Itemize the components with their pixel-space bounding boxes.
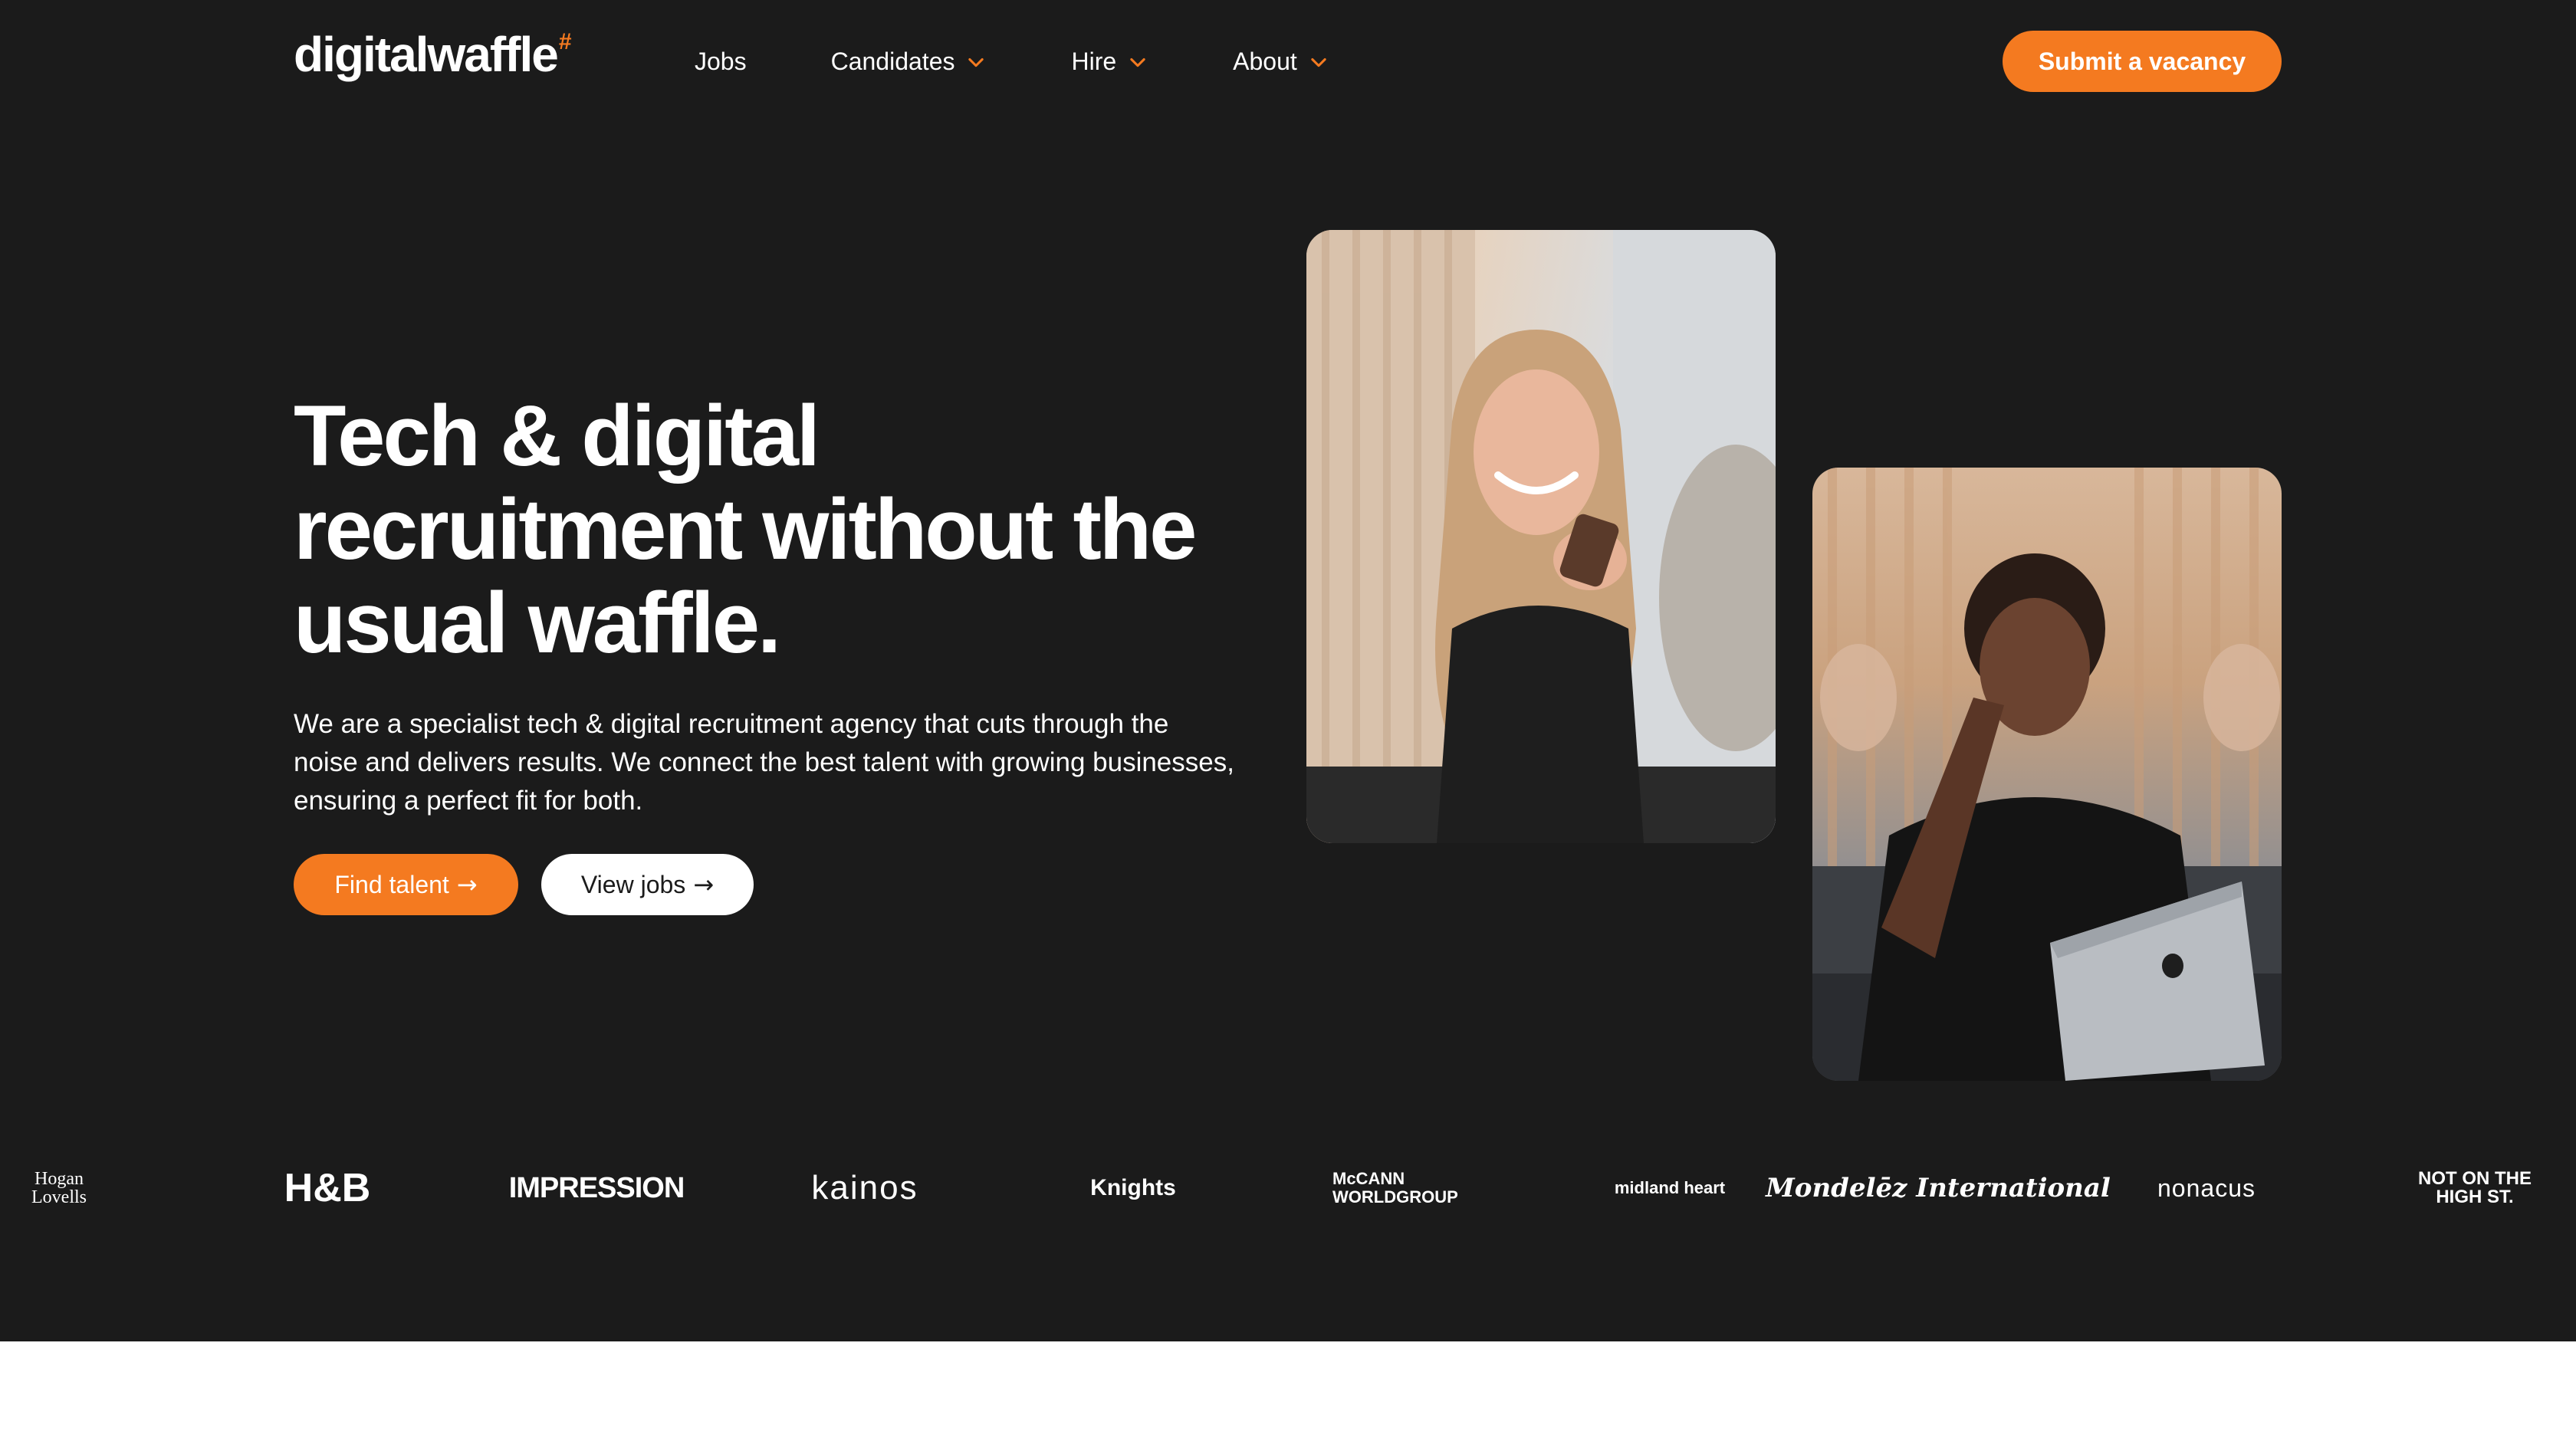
- client-logo-midland-heart: midland heart: [1614, 1178, 1726, 1197]
- nav-item-label: About: [1233, 47, 1297, 75]
- client-logo-knights: Knights: [1090, 1175, 1176, 1200]
- hero-cta-row: Find talent → View jobs →: [294, 854, 754, 915]
- client-logo-mccann-worldgroup: McCANN WORLDGROUP: [1332, 1169, 1458, 1207]
- client-logo-hb: H&B: [284, 1166, 371, 1210]
- client-logo-impression: IMPRESSION: [508, 1171, 685, 1204]
- hero-section: digitalwaffle # Jobs Candidates Hire Abo…: [0, 0, 2576, 1341]
- top-navigation: digitalwaffle # Jobs Candidates Hire Abo…: [0, 0, 2576, 123]
- nav-item-candidates[interactable]: Candidates: [831, 48, 987, 76]
- chevron-down-icon: [1308, 51, 1329, 72]
- client-logo-not-on-the-high-street: NOT ON THE HIGH ST.: [2418, 1168, 2532, 1207]
- chevron-down-icon: [1127, 51, 1148, 72]
- nav-item-label: Jobs: [695, 47, 747, 75]
- nav-item-label: Candidates: [830, 47, 955, 75]
- chevron-down-icon: [965, 51, 987, 72]
- client-logo-strip: Hogan Lovells H&B IMPRESSION kainos Knig…: [0, 1157, 2576, 1219]
- client-logo-nonacus: nonacus: [2157, 1174, 2256, 1202]
- page: digitalwaffle # Jobs Candidates Hire Abo…: [0, 0, 2576, 1438]
- hero-description: We are a specialist tech & digital recru…: [294, 709, 1234, 816]
- submit-vacancy-button[interactable]: Submit a vacancy: [2003, 31, 2282, 92]
- arrow-right-icon: →: [693, 870, 715, 899]
- hero-title-line: Tech & digital: [294, 388, 820, 484]
- hero-title-line: usual waffle.: [294, 575, 781, 671]
- nav-item-about[interactable]: About: [1233, 48, 1329, 76]
- site-logo[interactable]: digitalwaffle #: [294, 26, 572, 95]
- view-jobs-button[interactable]: View jobs →: [541, 854, 754, 915]
- button-label: View jobs: [580, 870, 686, 898]
- nav-item-hire[interactable]: Hire: [1071, 48, 1148, 76]
- logo-hash-mark: #: [558, 29, 572, 54]
- client-logo-hogan-lovells: Hogan Lovells: [31, 1169, 87, 1207]
- button-label: Find talent: [334, 870, 449, 898]
- arrow-right-icon: →: [456, 870, 478, 899]
- hero-photo-man-with-laptop: [1812, 468, 2282, 1081]
- hero-title: Tech & digital recruitment without the u…: [294, 389, 1252, 670]
- nav-item-label: Hire: [1071, 47, 1117, 75]
- find-talent-button[interactable]: Find talent →: [294, 854, 518, 915]
- nav-links: Jobs Candidates Hire About: [695, 40, 1414, 83]
- hero-title-line: recruitment without the: [294, 481, 1197, 577]
- client-logo-kainos: kainos: [811, 1169, 918, 1207]
- nav-item-jobs[interactable]: Jobs: [695, 48, 747, 76]
- logo-text: digitalwaffle: [294, 27, 559, 82]
- hero-photo-woman-with-phone: [1306, 230, 1776, 843]
- client-logo-mondelez: Mondelēz International: [1766, 1173, 2111, 1203]
